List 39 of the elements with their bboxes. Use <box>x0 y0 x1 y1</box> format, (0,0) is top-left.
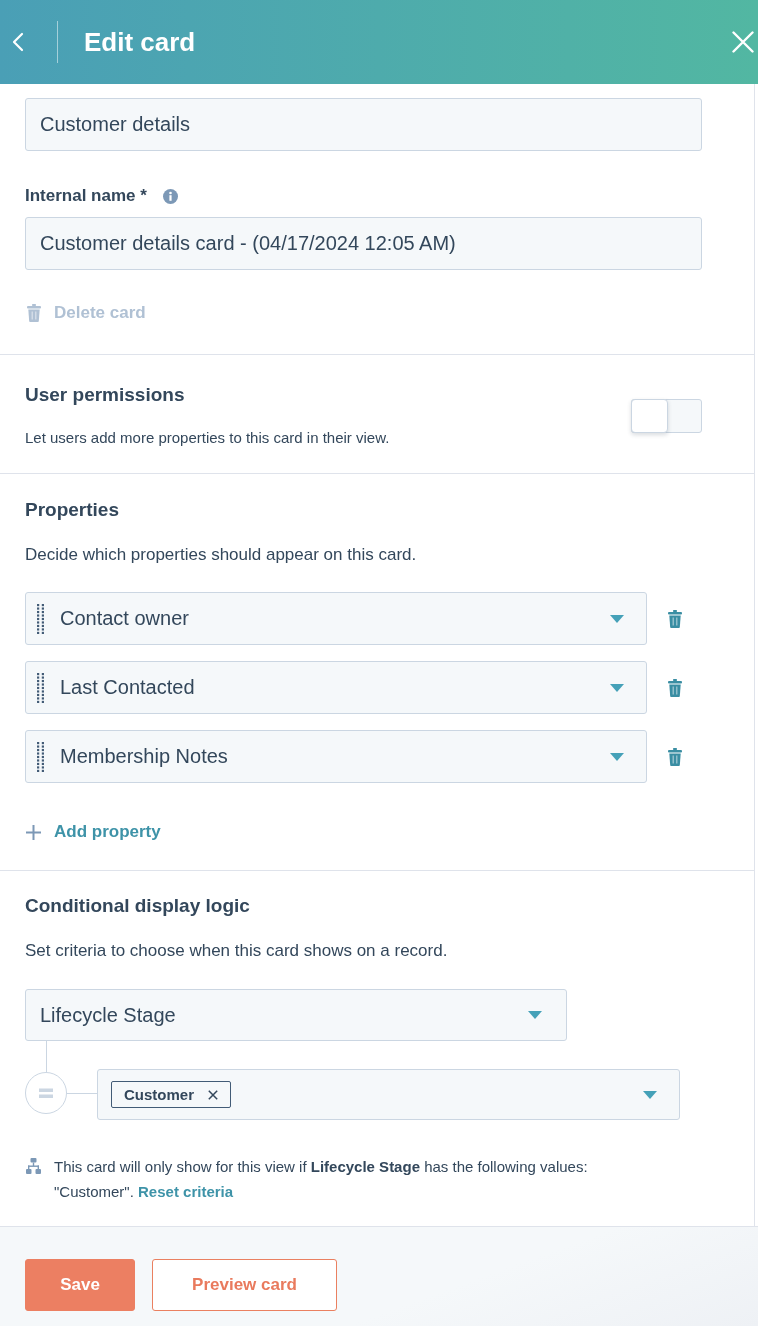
section-description: Decide which properties should appear on this card. <box>25 544 418 566</box>
value-select[interactable]: Customer <box>97 1069 680 1120</box>
connector-line <box>45 1041 47 1072</box>
section-title: User permissions <box>25 383 186 407</box>
reset-criteria-link[interactable]: Reset criteria <box>138 1183 234 1200</box>
property-select[interactable]: Contact owner <box>25 592 647 645</box>
section-description: Set criteria to choose when this card shows on a record. <box>25 940 449 962</box>
toggle-switch[interactable] <box>631 398 702 433</box>
info-icon[interactable] <box>162 188 178 204</box>
caret-icon <box>610 614 624 623</box>
close-icon[interactable] <box>208 1089 218 1100</box>
property-select[interactable]: Lifecycle Stage <box>25 989 567 1041</box>
criteria-note: This card will only show for this view if Lifecycle Stage has the following values: "Customer". Reset criteria <box>54 1157 589 1202</box>
trash-icon[interactable] <box>668 609 682 628</box>
section-title: Properties <box>25 498 120 522</box>
panel-title: Edit card <box>84 26 196 58</box>
section-title: Conditional display logic <box>25 894 251 918</box>
caret-icon <box>610 683 624 692</box>
drag-handle-icon[interactable] <box>37 741 44 772</box>
trash-icon[interactable] <box>668 678 682 697</box>
drag-handle-icon[interactable] <box>37 603 44 634</box>
add-property-button[interactable]: Add property <box>25 821 161 843</box>
hierarchy-icon <box>26 1158 41 1174</box>
caret-icon <box>643 1090 657 1099</box>
internal-name-field[interactable]: Customer details card - (04/17/2024 12:05 AM) <box>25 217 702 270</box>
property-select[interactable]: Membership Notes <box>25 730 647 783</box>
drag-handle-icon[interactable] <box>37 672 44 703</box>
trash-icon[interactable] <box>668 747 682 766</box>
connector-line <box>67 1093 97 1094</box>
value-tag[interactable]: Customer <box>111 1081 231 1108</box>
section-description: Let users add more properties to this card in their view. <box>25 428 390 448</box>
card-name-field[interactable]: Customer details <box>25 98 702 151</box>
caret-icon <box>528 1011 542 1019</box>
plus-icon <box>26 824 41 840</box>
field-label: Internal name * <box>25 185 147 207</box>
back-icon[interactable] <box>12 32 24 52</box>
caret-icon <box>610 752 624 761</box>
equals-icon <box>25 1072 67 1114</box>
property-select[interactable]: Last Contacted <box>25 661 647 714</box>
